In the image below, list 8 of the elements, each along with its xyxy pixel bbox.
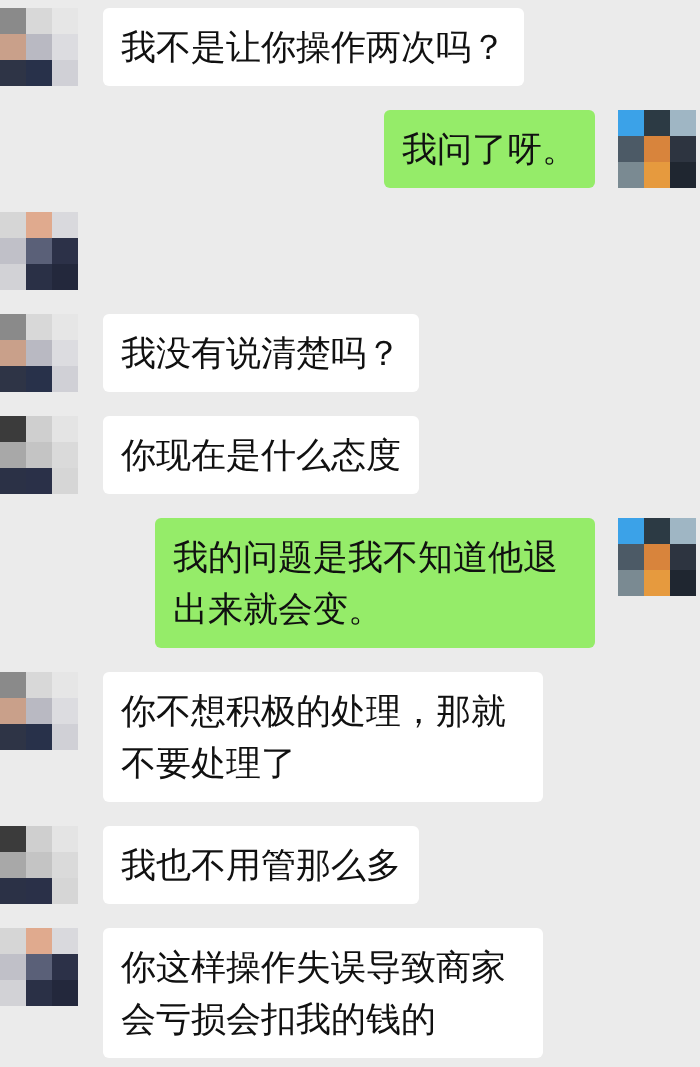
message-bubble: 你不想积极的处理，那就不要处理了 bbox=[103, 672, 543, 802]
message-bubble: 我问了呀。 bbox=[384, 110, 595, 188]
message-bubble: 我不是让你操作两次吗？ bbox=[103, 8, 524, 86]
message-bubble: 你现在是什么态度 bbox=[103, 416, 419, 494]
message-bubble: 我没有说清楚吗？ bbox=[103, 314, 419, 392]
message-bubble: 你这样操作失误导致商家会亏损会扣我的钱的 bbox=[103, 928, 543, 1058]
message-bubble: 我的问题是我不知道他退出来就会变。 bbox=[155, 518, 595, 648]
message-bubble: 我也不用管那么多 bbox=[103, 826, 419, 904]
